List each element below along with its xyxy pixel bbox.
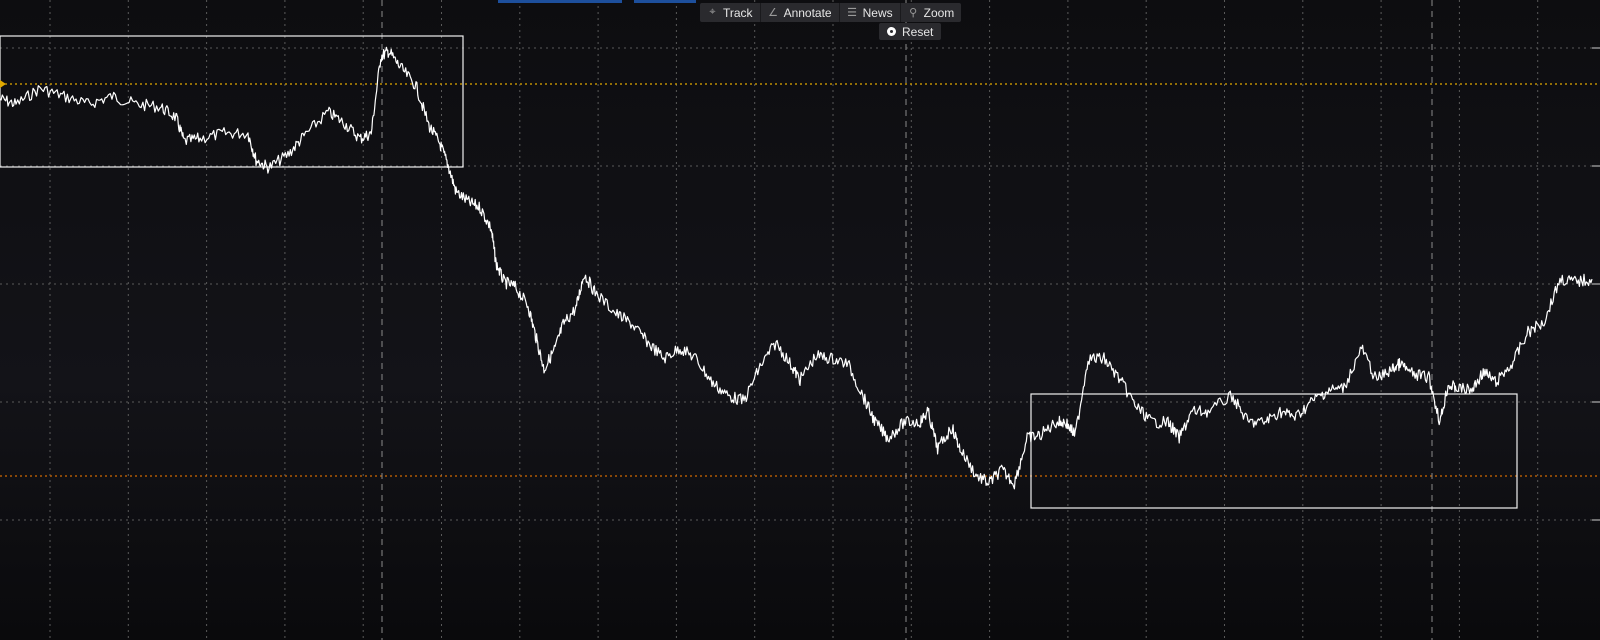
level-marker [0,80,6,88]
chart-grid [0,0,1600,640]
reset-label: Reset [902,24,934,39]
axis-ticks [1592,47,1600,521]
reset-button[interactable]: Reset [879,23,942,40]
radio-icon [887,27,896,36]
tab-indicator[interactable] [634,0,696,3]
zoom-label: Zoom [923,5,955,20]
annotate-label: Annotate [783,5,832,20]
chart-toolbar: ⌖ Track ∠ Annotate ☰ News ⚲ Zoom [700,3,962,22]
tab-indicator[interactable] [498,0,622,3]
pencil-icon: ∠ [768,7,778,19]
price-line [0,46,1593,490]
news-label: News [862,5,893,20]
track-label: Track [723,5,753,20]
price-chart[interactable] [0,0,1600,640]
magnifier-icon: ⚲ [909,7,918,19]
news-button[interactable]: ☰ News [840,3,901,22]
list-icon: ☰ [847,7,858,19]
zoom-button[interactable]: ⚲ Zoom [901,3,962,22]
track-button[interactable]: ⌖ Track [700,3,761,22]
annotation-box[interactable] [1030,393,1518,509]
annotate-button[interactable]: ∠ Annotate [761,3,840,22]
crosshair-icon: ⌖ [709,6,716,18]
